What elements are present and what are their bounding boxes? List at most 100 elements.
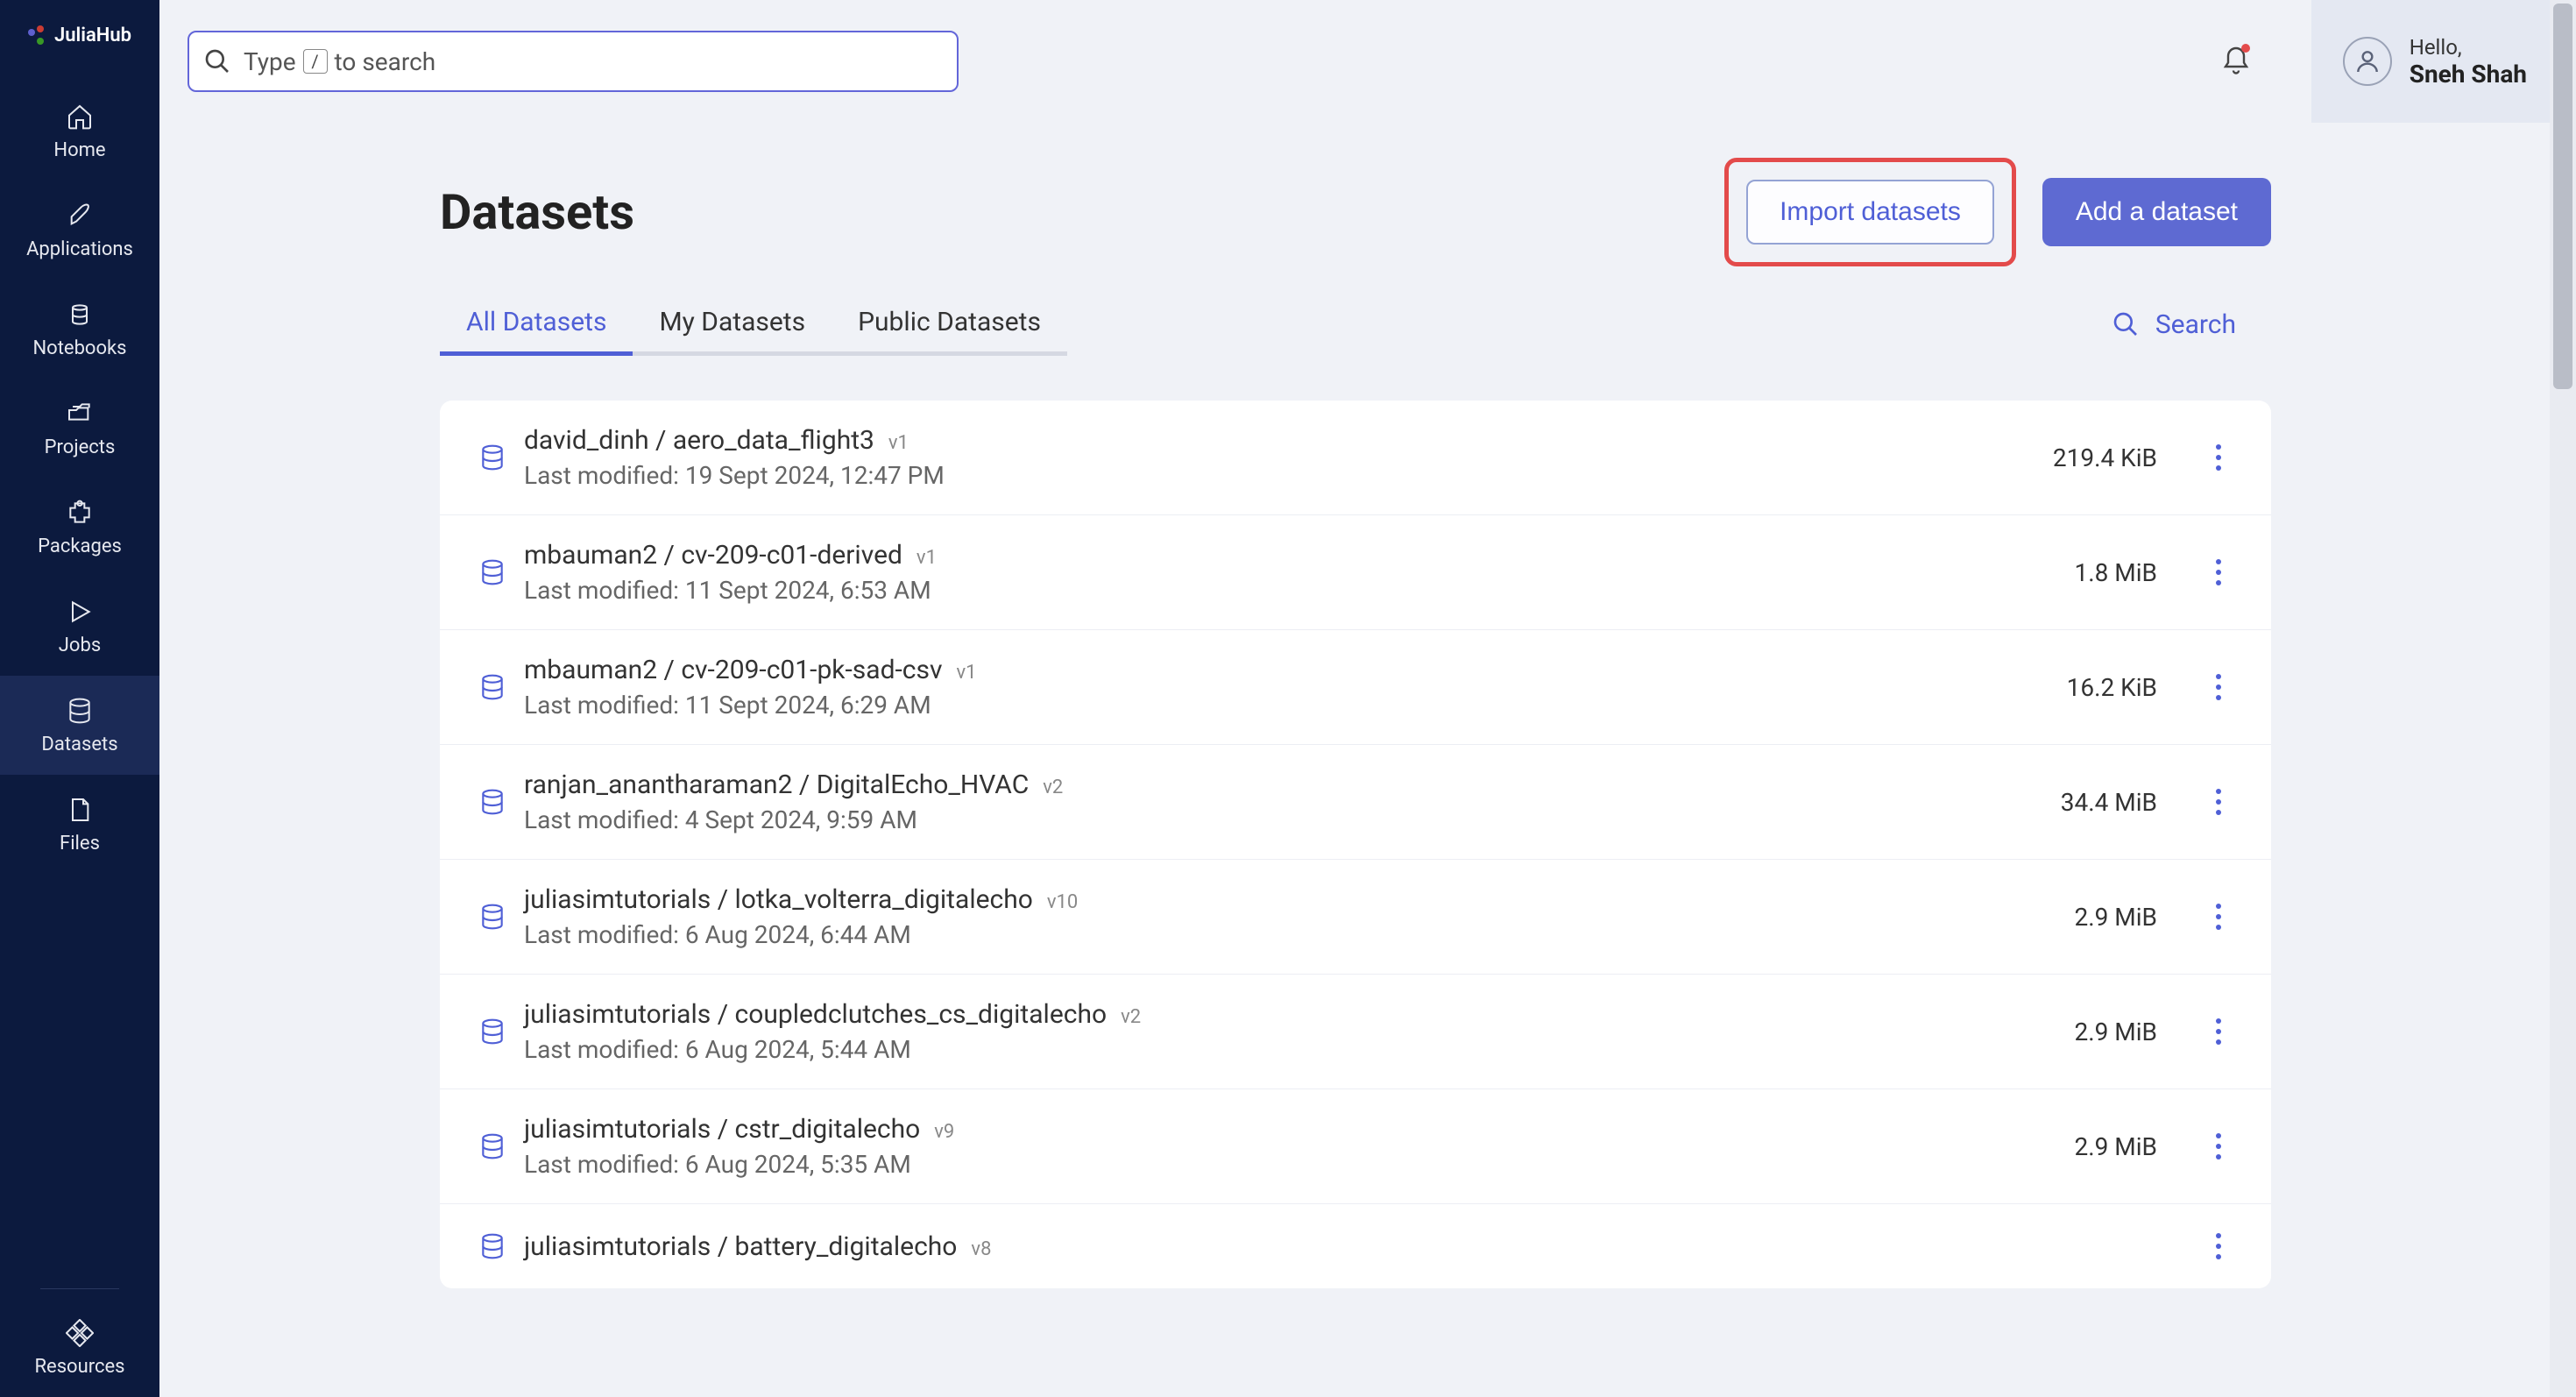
rocket-icon bbox=[64, 200, 96, 231]
dataset-row[interactable]: ranjan_anantharaman2 / DigitalEcho_HVAC … bbox=[440, 745, 2271, 860]
add-dataset-button[interactable]: Add a dataset bbox=[2042, 178, 2271, 246]
user-icon bbox=[2353, 47, 2381, 75]
dataset-title: ranjan_anantharaman2 / DigitalEcho_HVAC bbox=[524, 769, 1029, 800]
puzzle-icon bbox=[64, 497, 96, 528]
user-menu[interactable]: Hello, Sneh Shah bbox=[2311, 0, 2576, 123]
nav-datasets[interactable]: Datasets bbox=[0, 676, 159, 775]
dataset-version: v9 bbox=[934, 1121, 954, 1143]
content: Datasets Import datasets Add a dataset A… bbox=[159, 123, 2576, 1397]
notifications-button[interactable] bbox=[2217, 42, 2255, 81]
sidebar: JuliaHub Home Applications Notebooks Pro… bbox=[0, 0, 159, 1397]
notebook-icon bbox=[64, 299, 96, 330]
nav-label: Notebooks bbox=[32, 337, 126, 359]
row-actions-menu[interactable] bbox=[2201, 899, 2236, 934]
avatar bbox=[2343, 37, 2392, 86]
database-icon bbox=[475, 1129, 510, 1164]
import-highlight-box: Import datasets bbox=[1724, 158, 2016, 266]
dataset-size: 34.4 MiB bbox=[2061, 788, 2157, 817]
dataset-row[interactable]: juliasimtutorials / cstr_digitalecho v9 … bbox=[440, 1089, 2271, 1204]
nav-label: Files bbox=[60, 833, 100, 855]
dataset-modified: Last modified: 19 Sept 2024, 12:47 PM bbox=[524, 461, 2053, 490]
search-icon bbox=[2112, 310, 2140, 338]
row-actions-menu[interactable] bbox=[2201, 1129, 2236, 1164]
dataset-title: david_dinh / aero_data_flight3 bbox=[524, 425, 874, 456]
nav-files[interactable]: Files bbox=[0, 775, 159, 874]
dataset-row[interactable]: mbauman2 / cv-209-c01-pk-sad-csv v1 Last… bbox=[440, 630, 2271, 745]
nav-label: Applications bbox=[26, 238, 133, 260]
row-actions-menu[interactable] bbox=[2201, 555, 2236, 590]
folders-icon bbox=[64, 398, 96, 429]
search-placeholder: Type / to search bbox=[244, 47, 435, 76]
dataset-version: v1 bbox=[957, 662, 977, 684]
row-actions-menu[interactable] bbox=[2201, 1014, 2236, 1049]
dataset-modified: Last modified: 6 Aug 2024, 6:44 AM bbox=[524, 920, 2075, 949]
dataset-version: v10 bbox=[1047, 891, 1078, 913]
dataset-size: 2.9 MiB bbox=[2075, 1018, 2158, 1046]
dataset-modified: Last modified: 4 Sept 2024, 9:59 AM bbox=[524, 805, 2061, 834]
nav-packages[interactable]: Packages bbox=[0, 478, 159, 577]
import-datasets-button[interactable]: Import datasets bbox=[1746, 180, 1994, 245]
grid-icon bbox=[64, 1317, 96, 1349]
dataset-row[interactable]: juliasimtutorials / coupledclutches_cs_d… bbox=[440, 975, 2271, 1089]
row-actions-menu[interactable] bbox=[2201, 1229, 2236, 1264]
home-icon bbox=[64, 101, 96, 132]
database-icon bbox=[475, 670, 510, 705]
topbar: Type / to search Hello, Sneh Shah bbox=[159, 0, 2576, 123]
tab-my-datasets[interactable]: My Datasets bbox=[633, 293, 832, 356]
dataset-list: david_dinh / aero_data_flight3 v1 Last m… bbox=[440, 401, 2271, 1288]
dataset-row[interactable]: juliasimtutorials / battery_digitalecho … bbox=[440, 1204, 2271, 1288]
brand-text: JuliaHub bbox=[54, 25, 131, 46]
tab-public-datasets[interactable]: Public Datasets bbox=[832, 293, 1067, 356]
dataset-title: juliasimtutorials / coupledclutches_cs_d… bbox=[524, 999, 1107, 1030]
dataset-title: juliasimtutorials / cstr_digitalecho bbox=[524, 1114, 920, 1145]
dataset-title: juliasimtutorials / battery_digitalecho bbox=[524, 1231, 957, 1262]
row-actions-menu[interactable] bbox=[2201, 784, 2236, 819]
tab-all-datasets[interactable]: All Datasets bbox=[440, 293, 633, 356]
page-header: Datasets Import datasets Add a dataset bbox=[440, 158, 2271, 266]
scrollbar-thumb[interactable] bbox=[2553, 4, 2572, 389]
play-icon bbox=[64, 596, 96, 628]
dataset-modified: Last modified: 11 Sept 2024, 6:53 AM bbox=[524, 576, 2075, 605]
database-icon bbox=[475, 440, 510, 475]
dataset-title: mbauman2 / cv-209-c01-derived bbox=[524, 540, 902, 571]
nav-projects[interactable]: Projects bbox=[0, 379, 159, 478]
dataset-modified: Last modified: 6 Aug 2024, 5:44 AM bbox=[524, 1035, 2075, 1064]
page-title: Datasets bbox=[440, 183, 634, 241]
dataset-size: 2.9 MiB bbox=[2075, 1132, 2158, 1161]
row-actions-menu[interactable] bbox=[2201, 670, 2236, 705]
dataset-version: v2 bbox=[1121, 1006, 1141, 1028]
scrollbar[interactable] bbox=[2550, 0, 2576, 1397]
dataset-modified: Last modified: 11 Sept 2024, 6:29 AM bbox=[524, 691, 2067, 720]
brand-mark-icon bbox=[28, 25, 49, 46]
inline-search[interactable]: Search bbox=[2112, 309, 2236, 340]
search-icon bbox=[203, 47, 231, 75]
user-name: Sneh Shah bbox=[2410, 60, 2527, 89]
dataset-modified: Last modified: 6 Aug 2024, 5:35 AM bbox=[524, 1150, 2075, 1179]
brand-logo[interactable]: JuliaHub bbox=[28, 25, 131, 46]
dataset-size: 1.8 MiB bbox=[2075, 558, 2158, 587]
nav-applications[interactable]: Applications bbox=[0, 181, 159, 280]
global-search-input[interactable]: Type / to search bbox=[188, 31, 959, 92]
nav-separator bbox=[40, 1288, 119, 1289]
dataset-row[interactable]: david_dinh / aero_data_flight3 v1 Last m… bbox=[440, 401, 2271, 515]
row-actions-menu[interactable] bbox=[2201, 440, 2236, 475]
main-area: Type / to search Hello, Sneh Shah Datase… bbox=[159, 0, 2576, 1397]
inline-search-label: Search bbox=[2155, 309, 2236, 340]
dataset-title: mbauman2 / cv-209-c01-pk-sad-csv bbox=[524, 655, 943, 685]
tabs: All Datasets My Datasets Public Datasets… bbox=[440, 293, 2271, 357]
database-icon bbox=[475, 784, 510, 819]
user-greeting: Hello, bbox=[2410, 35, 2527, 60]
nav-notebooks[interactable]: Notebooks bbox=[0, 280, 159, 379]
nav-label: Packages bbox=[38, 535, 122, 557]
notification-dot bbox=[2241, 44, 2250, 53]
nav-resources[interactable]: Resources bbox=[0, 1298, 159, 1397]
nav-label: Datasets bbox=[41, 734, 117, 755]
nav-home[interactable]: Home bbox=[0, 82, 159, 181]
dataset-row[interactable]: mbauman2 / cv-209-c01-derived v1 Last mo… bbox=[440, 515, 2271, 630]
dataset-version: v1 bbox=[888, 432, 909, 454]
nav-label: Resources bbox=[34, 1356, 124, 1378]
dataset-row[interactable]: juliasimtutorials / lotka_volterra_digit… bbox=[440, 860, 2271, 975]
dataset-size: 16.2 KiB bbox=[2067, 673, 2157, 702]
nav: Home Applications Notebooks Projects Pac… bbox=[0, 82, 159, 1397]
nav-jobs[interactable]: Jobs bbox=[0, 577, 159, 676]
